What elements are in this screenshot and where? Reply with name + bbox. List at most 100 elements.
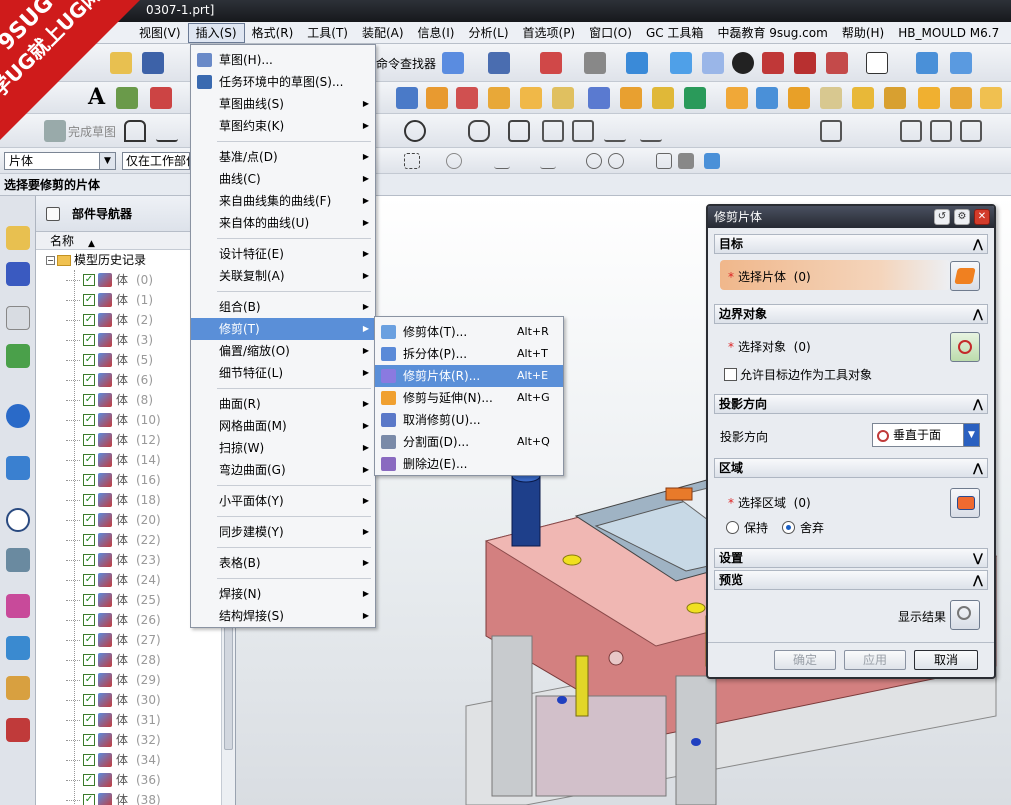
visibility-checkbox[interactable]: ✓ bbox=[83, 594, 95, 606]
insert-menu-item-10[interactable]: 设计特征(E) ▶ bbox=[191, 243, 375, 265]
menu-10[interactable]: 中磊教育 9sug.com bbox=[710, 23, 834, 43]
visibility-checkbox[interactable]: ✓ bbox=[83, 334, 95, 346]
process-studio-icon[interactable] bbox=[6, 636, 30, 660]
snap-end-icon[interactable] bbox=[494, 153, 510, 169]
visibility-checkbox[interactable]: ✓ bbox=[83, 794, 95, 805]
insert-menu-item-8[interactable]: 来自体的曲线(U) ▶ bbox=[191, 212, 375, 234]
select-region-button[interactable] bbox=[950, 488, 980, 518]
dimension-icon[interactable] bbox=[820, 120, 842, 142]
insert-menu-item-27[interactable]: 表格(B) ▶ bbox=[191, 552, 375, 574]
red-cube-3-icon[interactable] bbox=[826, 52, 848, 74]
cube-icon[interactable] bbox=[670, 52, 692, 74]
visibility-checkbox[interactable]: ✓ bbox=[83, 574, 95, 586]
sew-icon[interactable] bbox=[884, 87, 906, 109]
visibility-checkbox[interactable]: ✓ bbox=[83, 774, 95, 786]
trim-surface-icon[interactable] bbox=[950, 87, 972, 109]
select-object-button[interactable] bbox=[950, 332, 980, 362]
insert-menu-item-13[interactable]: 组合(B) ▶ bbox=[191, 296, 375, 318]
red-cube-icon[interactable] bbox=[762, 52, 784, 74]
settings-gear-icon[interactable]: ⚙ bbox=[954, 209, 970, 225]
rectangle-icon[interactable] bbox=[542, 120, 564, 142]
visibility-checkbox[interactable]: ✓ bbox=[83, 694, 95, 706]
line-icon[interactable] bbox=[156, 120, 178, 142]
visibility-checkbox[interactable]: ✓ bbox=[83, 734, 95, 746]
ok-button[interactable]: 确定 bbox=[774, 650, 836, 670]
feature-row[interactable]: ✓ 体 (28) bbox=[36, 650, 235, 670]
red-cube-2-icon[interactable] bbox=[794, 52, 816, 74]
menu-0[interactable]: 视图(V) bbox=[132, 23, 188, 43]
allow-target-edge-checkbox[interactable] bbox=[724, 368, 737, 381]
point-icon[interactable] bbox=[684, 87, 706, 109]
arrow-tool-2-icon[interactable] bbox=[950, 52, 972, 74]
feature-row[interactable]: ✓ 体 (30) bbox=[36, 690, 235, 710]
blend-icon[interactable] bbox=[552, 87, 574, 109]
insert-menu-item-23[interactable]: 小平面体(Y) ▶ bbox=[191, 490, 375, 512]
cancel-button[interactable]: 取消 bbox=[914, 650, 978, 670]
show-result-button[interactable] bbox=[950, 600, 980, 630]
insert-menu-item-7[interactable]: 来自曲线集的曲线(F) ▶ bbox=[191, 190, 375, 212]
constraint-navigator-icon[interactable] bbox=[6, 262, 30, 286]
visibility-checkbox[interactable]: ✓ bbox=[83, 674, 95, 686]
insert-menu-item-11[interactable]: 关联复制(A) ▶ bbox=[191, 265, 375, 287]
insert-menu-item-15[interactable]: 偏置/缩放(O) ▶ bbox=[191, 340, 375, 362]
menu-6[interactable]: 分析(L) bbox=[461, 23, 515, 43]
visibility-checkbox[interactable]: ✓ bbox=[83, 474, 95, 486]
trim-menu-item-0[interactable]: 修剪体(T)... Alt+R bbox=[375, 321, 563, 343]
feature-row[interactable]: ✓ 体 (34) bbox=[36, 750, 235, 770]
apply-button[interactable]: 应用 bbox=[844, 650, 906, 670]
visibility-checkbox[interactable]: ✓ bbox=[83, 754, 95, 766]
extend-icon[interactable] bbox=[980, 87, 1002, 109]
feature-row[interactable]: ✓ 体 (31) bbox=[36, 710, 235, 730]
chamfer-curve-icon[interactable] bbox=[508, 120, 530, 142]
section-boundary[interactable]: 边界对象 ⋀ bbox=[714, 304, 988, 324]
snap-mid-icon[interactable] bbox=[540, 153, 556, 169]
feature-row[interactable]: ✓ 体 (38) bbox=[36, 790, 235, 805]
close-icon[interactable]: ✕ bbox=[974, 209, 990, 225]
background-icon[interactable] bbox=[866, 52, 888, 74]
trim-menu-item-4[interactable]: 取消修剪(U)... bbox=[375, 409, 563, 431]
feature-row[interactable]: ✓ 体 (32) bbox=[36, 730, 235, 750]
visibility-checkbox[interactable]: ✓ bbox=[83, 434, 95, 446]
command-finder-label[interactable]: 命令查找器 bbox=[376, 55, 436, 72]
menu-7[interactable]: 首选项(P) bbox=[516, 23, 583, 43]
insert-menu-item-2[interactable]: 草图曲线(S) ▶ bbox=[191, 93, 375, 115]
insert-menu-item-6[interactable]: 曲线(C) ▶ bbox=[191, 168, 375, 190]
select-box-icon[interactable] bbox=[404, 153, 420, 169]
face-icon[interactable] bbox=[756, 87, 778, 109]
trim-menu-item-5[interactable]: 分割面(D)... Alt+Q bbox=[375, 431, 563, 453]
constraint-2-icon[interactable] bbox=[930, 120, 952, 142]
pin-icon[interactable] bbox=[46, 207, 60, 221]
palette-icon[interactable] bbox=[6, 594, 30, 618]
assembly-navigator-icon[interactable] bbox=[6, 226, 30, 250]
feature-row[interactable]: ✓ 体 (27) bbox=[36, 630, 235, 650]
projection-select[interactable]: 垂直于面 ▼ bbox=[872, 423, 980, 447]
visibility-checkbox[interactable]: ✓ bbox=[83, 294, 95, 306]
insert-menu-item-30[interactable]: 结构焊接(S) ▶ bbox=[191, 605, 375, 627]
selection-scope-select[interactable]: 仅在工作部件 bbox=[122, 152, 190, 170]
sweep-icon[interactable] bbox=[788, 87, 810, 109]
section-region[interactable]: 区域 ⋀ bbox=[714, 458, 988, 478]
trim-curve-icon[interactable] bbox=[604, 120, 626, 142]
insert-menu-item-20[interactable]: 扫掠(W) ▶ bbox=[191, 437, 375, 459]
visibility-checkbox[interactable]: ✓ bbox=[83, 614, 95, 626]
clock-icon[interactable] bbox=[6, 508, 30, 532]
surface-icon[interactable] bbox=[726, 87, 748, 109]
visibility-checkbox[interactable]: ✓ bbox=[83, 534, 95, 546]
menu-9[interactable]: GC 工具箱 bbox=[639, 23, 711, 43]
feature-row[interactable]: ✓ 体 (29) bbox=[36, 670, 235, 690]
patch-icon[interactable] bbox=[918, 87, 940, 109]
cylinder-icon[interactable] bbox=[396, 87, 418, 109]
shaded-cube-icon[interactable] bbox=[626, 52, 648, 74]
insert-menu-item-3[interactable]: 草图约束(K) ▶ bbox=[191, 115, 375, 137]
trim-menu-item-3[interactable]: 修剪与延伸(N)... Alt+G bbox=[375, 387, 563, 409]
save-icon[interactable] bbox=[142, 52, 164, 74]
section-preview[interactable]: 预览 ⋀ bbox=[714, 570, 988, 590]
collapse-icon[interactable]: − bbox=[46, 256, 55, 265]
view-fit-icon[interactable] bbox=[442, 52, 464, 74]
type-filter-select[interactable]: 片体 ▼ bbox=[4, 152, 116, 170]
menu-11[interactable]: 帮助(H) bbox=[835, 23, 891, 43]
point-cross-icon[interactable] bbox=[438, 120, 460, 142]
section-icon[interactable] bbox=[732, 52, 754, 74]
visibility-checkbox[interactable]: ✓ bbox=[83, 714, 95, 726]
reuse-library-icon[interactable] bbox=[6, 344, 30, 368]
